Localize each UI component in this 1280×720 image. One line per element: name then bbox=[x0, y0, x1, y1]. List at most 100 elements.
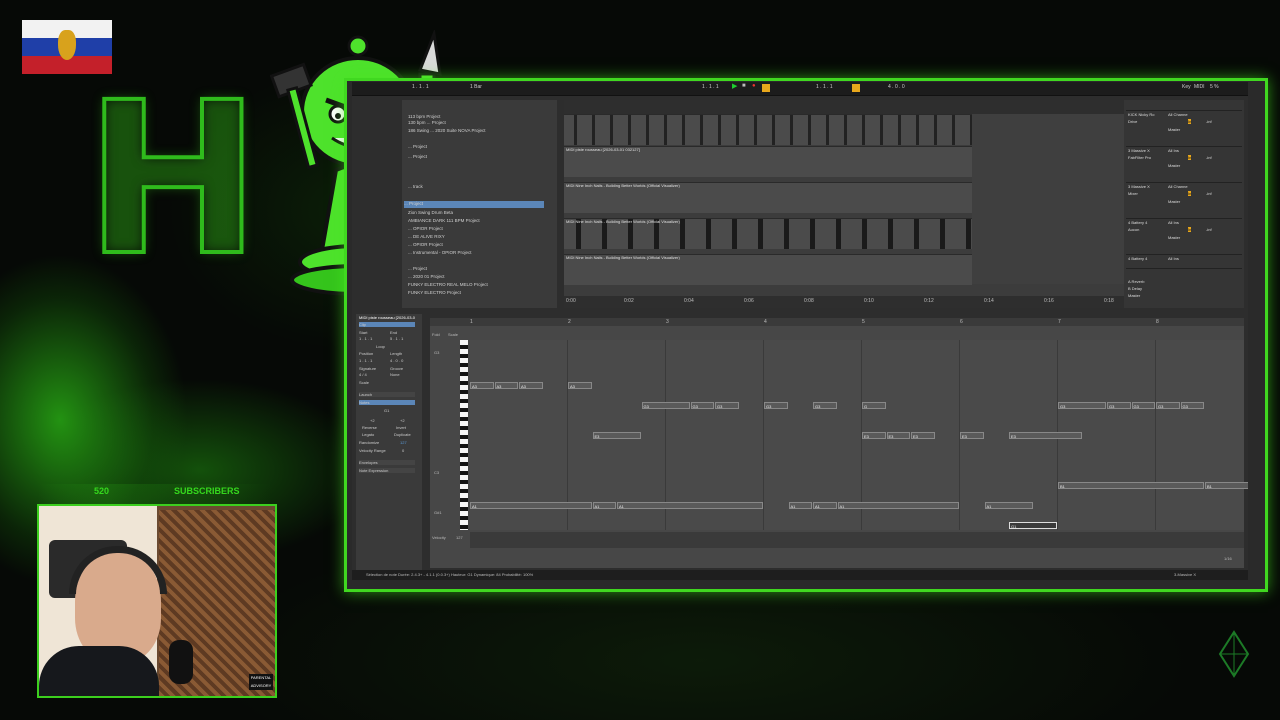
randomize-button[interactable]: Randomize bbox=[359, 440, 379, 445]
loop-length-display[interactable]: 4 . 0 . 0 bbox=[888, 84, 905, 90]
browser-item[interactable]: ... OPIOR Project bbox=[408, 242, 443, 249]
browser-item[interactable]: ... track bbox=[408, 184, 423, 191]
note-grid[interactable]: A3 A3 A3 A3 G3 G3 G3 G3 G3 G G3 G3 G3 G3 G3 E3 E3 E3 E3 E3 E… bbox=[470, 340, 1248, 530]
midi-map-button[interactable]: MIDI bbox=[1194, 84, 1205, 90]
groove-field[interactable]: None bbox=[390, 372, 400, 377]
midi-note[interactable]: B1 bbox=[1205, 482, 1248, 489]
arrangement-track[interactable]: MIDI piste rousseau [2026-03-01 032127] bbox=[564, 146, 972, 177]
midi-note[interactable]: A1 bbox=[837, 502, 959, 509]
metronome-toggle[interactable] bbox=[762, 84, 770, 92]
play-icon[interactable]: ▶ bbox=[732, 82, 737, 90]
arrangement-track[interactable]: MIDI Nine Inch Nails - Building Better W… bbox=[564, 182, 972, 213]
midi-note[interactable]: A1 bbox=[813, 502, 837, 509]
loop-toggle[interactable] bbox=[852, 84, 860, 92]
midi-note[interactable]: E3 bbox=[960, 432, 984, 439]
browser-item[interactable]: ... OPIOR Project bbox=[408, 226, 443, 233]
transpose-button[interactable]: +2 bbox=[370, 418, 375, 423]
midi-note[interactable]: G3 bbox=[764, 402, 788, 409]
midi-note[interactable]: G3 bbox=[690, 402, 714, 409]
time-ruler[interactable]: 0:00 0:02 0:04 0:06 0:08 0:10 0:12 0:14 … bbox=[564, 296, 1124, 308]
piano-roll-ruler[interactable]: 1 2 3 4 5 6 7 8 bbox=[430, 318, 1244, 326]
piano-roll[interactable]: 1 2 3 4 5 6 7 8 Fold Scale G3 C3 G#1 A3 A… bbox=[430, 318, 1248, 568]
clip-title[interactable]: MIDI piste rousseau [2026-03-0 bbox=[359, 315, 415, 320]
midi-note[interactable]: A1 bbox=[470, 502, 592, 509]
midi-note[interactable]: A1 bbox=[617, 502, 763, 509]
browser-item[interactable]: ... Instrumental - OPIOR Project bbox=[408, 250, 472, 257]
midi-note[interactable]: G3 bbox=[641, 402, 690, 409]
fold-button[interactable]: Fold bbox=[432, 332, 440, 337]
midi-note[interactable]: B1 bbox=[1058, 482, 1204, 489]
quantize-menu[interactable]: 1 Bar bbox=[470, 84, 482, 90]
beat-ruler[interactable] bbox=[564, 100, 1124, 114]
arrangement-track[interactable]: MIDI Nine Inch Nails - Building Better W… bbox=[564, 254, 972, 285]
scale-toggle[interactable]: Scale bbox=[359, 380, 369, 385]
key-map-button[interactable]: Key bbox=[1182, 84, 1191, 90]
browser-item[interactable]: ... Project bbox=[408, 144, 427, 151]
signature-field[interactable]: 4 / 4 bbox=[359, 372, 367, 377]
browser-item[interactable]: Zion Swing Drum Beta bbox=[408, 210, 453, 217]
loop-toggle[interactable]: Loop bbox=[376, 344, 385, 349]
midi-note[interactable]: A3 bbox=[568, 382, 592, 389]
midi-note[interactable]: A3 bbox=[519, 382, 543, 389]
browser-item[interactable]: FUNKY ELECTRO REAL MELO Project bbox=[408, 282, 488, 289]
browser-item[interactable]: ... Project bbox=[408, 266, 427, 273]
midi-note[interactable]: E3 bbox=[1009, 432, 1082, 439]
legato-button[interactable]: Legato bbox=[362, 432, 374, 437]
mixer-track[interactable]: 4 Battery 4 All Ins bbox=[1126, 254, 1242, 267]
midi-note[interactable]: E3 bbox=[886, 432, 910, 439]
end-field[interactable]: 5 . 1 . 1 bbox=[390, 336, 403, 341]
midi-note[interactable]: A1 bbox=[592, 502, 616, 509]
midi-note[interactable]: E3 bbox=[911, 432, 935, 439]
midi-note[interactable]: G3 bbox=[1107, 402, 1131, 409]
browser-item-selected[interactable]: ... Project bbox=[404, 201, 544, 208]
length-field[interactable]: 4 . 0 . 0 bbox=[390, 358, 403, 363]
midi-note[interactable]: G3 bbox=[813, 402, 837, 409]
browser-item[interactable]: ... Project bbox=[408, 154, 427, 161]
position-display[interactable]: 1 . 1 . 1 bbox=[412, 84, 429, 90]
launch-section[interactable]: Launch bbox=[359, 392, 415, 397]
midi-note[interactable]: A1 bbox=[984, 502, 1033, 509]
return-tracks[interactable]: A Reverb B Delay Master bbox=[1126, 268, 1242, 299]
arrangement-track[interactable] bbox=[564, 114, 972, 145]
mixer-track[interactable]: 3 Massive X All Channe Mixer In -inf Master bbox=[1126, 182, 1242, 219]
browser-item[interactable]: ... 2020 01 Project bbox=[408, 274, 445, 281]
ableton-live-window[interactable]: 1 . 1 . 1 1 Bar 1 . 1 . 1 ▶ ■ ● 1 . 1 . … bbox=[352, 82, 1248, 580]
position-field[interactable]: 1 . 1 . 1 bbox=[359, 358, 372, 363]
empty-arrangement-area[interactable] bbox=[972, 114, 1124, 284]
scale-button[interactable]: Scale bbox=[448, 332, 458, 337]
midi-note[interactable]: G1 bbox=[1009, 522, 1057, 529]
midi-note[interactable]: G3 bbox=[1180, 402, 1204, 409]
browser-item[interactable]: AMBIANCE DARK 111 BPM Project bbox=[408, 218, 480, 225]
arrangement-track[interactable]: MIDI Nine Inch Nails - Building Better W… bbox=[564, 218, 972, 249]
loop-start-display[interactable]: 1 . 1 . 1 bbox=[816, 84, 833, 90]
reverse-button[interactable]: Reverse bbox=[362, 425, 377, 430]
duplicate-button[interactable]: Duplicate bbox=[394, 432, 411, 437]
mixer-track[interactable]: 4 Battery 4 All Ins Aucon In -inf Master bbox=[1126, 218, 1242, 255]
midi-note[interactable]: A1 bbox=[788, 502, 812, 509]
velocity-lane[interactable] bbox=[470, 532, 1244, 548]
start-field[interactable]: 1 . 1 . 1 bbox=[359, 336, 372, 341]
mixer-track[interactable]: 3 Massive X All Ins FabFilter Pro In -inf M… bbox=[1126, 146, 1242, 183]
piano-keyboard[interactable] bbox=[460, 340, 468, 530]
browser-item[interactable]: 186 Swing ... 2020 Suite NOVA Project bbox=[408, 128, 485, 135]
midi-note[interactable]: G3 bbox=[715, 402, 739, 409]
stop-icon[interactable]: ■ bbox=[742, 83, 746, 89]
midi-note[interactable]: E3 bbox=[862, 432, 886, 439]
note-expression-section[interactable]: Note Expression bbox=[359, 468, 415, 473]
browser-item[interactable]: 130 bpm ... Project bbox=[408, 120, 446, 127]
envelopes-section[interactable]: Envelopes bbox=[359, 460, 415, 465]
invert-button[interactable]: Invert bbox=[396, 425, 406, 430]
midi-note[interactable]: A3 bbox=[494, 382, 518, 389]
arrangement-position[interactable]: 1 . 1 . 1 bbox=[702, 84, 719, 90]
note-range-field[interactable]: G1 bbox=[384, 408, 389, 413]
midi-note[interactable]: G3 bbox=[1131, 402, 1155, 409]
record-icon[interactable]: ● bbox=[752, 83, 756, 89]
mixer-track[interactable]: KICK Nicky Ro All Channe Drive In -inf Mast… bbox=[1126, 110, 1242, 147]
midi-note[interactable]: E3 bbox=[592, 432, 641, 439]
notes-section[interactable]: Notes bbox=[359, 400, 415, 405]
transpose-button[interactable]: +2 bbox=[400, 418, 405, 423]
randomize-value[interactable]: 127 bbox=[400, 440, 407, 445]
velocity-range-value[interactable]: 0 bbox=[402, 448, 404, 453]
midi-note[interactable]: G3 bbox=[1058, 402, 1106, 409]
clip-section[interactable]: Clip bbox=[359, 322, 415, 327]
